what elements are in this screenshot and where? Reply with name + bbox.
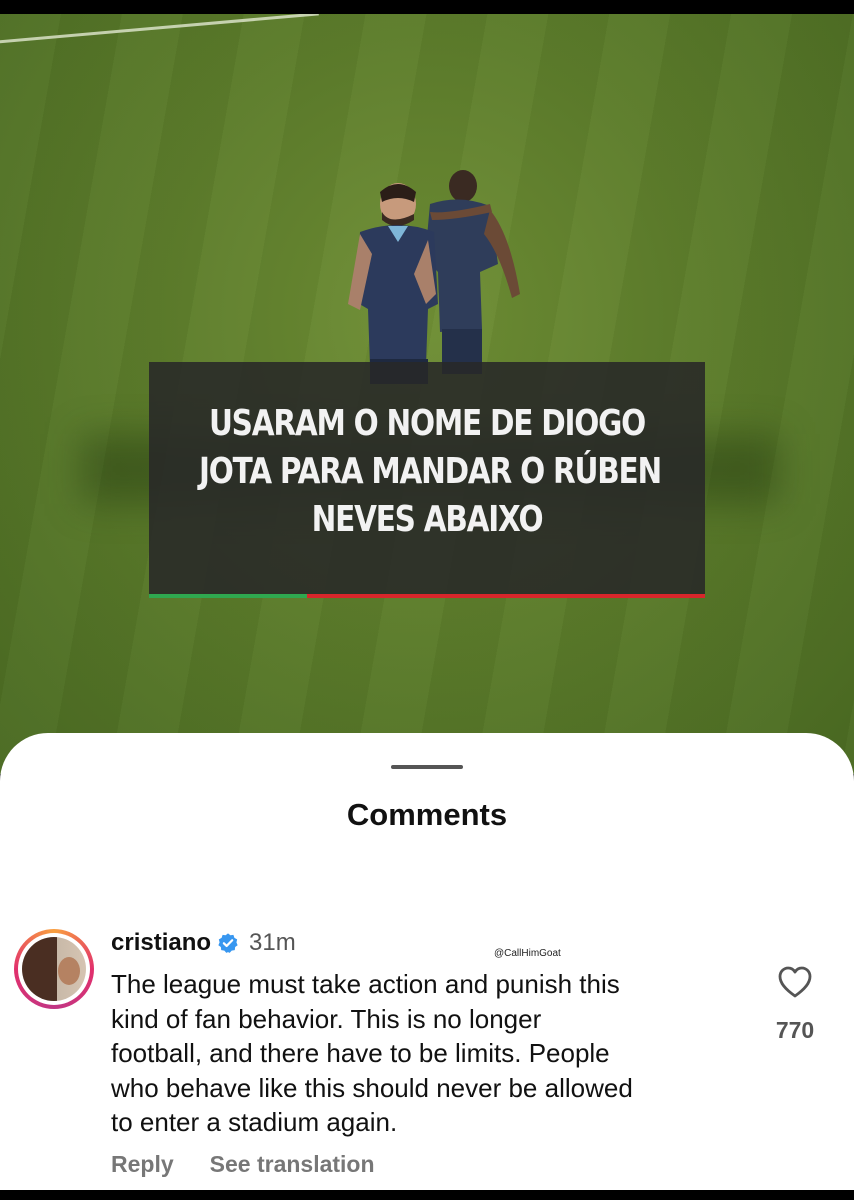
comment-body: The league must take action and punish t…	[111, 967, 751, 1140]
bottom-bar	[0, 1190, 854, 1200]
avatar[interactable]	[14, 929, 94, 1009]
accent-green	[149, 594, 307, 598]
video-player[interactable]: USARAM O NOME DE DIOGO JOTA PARA MANDAR …	[0, 14, 854, 774]
players-image	[348, 170, 520, 384]
comment-header: cristiano 31m	[111, 929, 296, 957]
comment-line: football, and there have to be limits. P…	[111, 1038, 610, 1068]
reply-button[interactable]: Reply	[111, 1151, 174, 1178]
video-caption: USARAM O NOME DE DIOGO JOTA PARA MANDAR …	[199, 400, 662, 544]
comment-line: to enter a stadium again.	[111, 1107, 398, 1137]
comments-sheet: Comments cristiano 31m @CallHimGoat The …	[0, 733, 854, 1200]
comment-username[interactable]: cristiano	[111, 929, 211, 957]
comment-line: kind of fan behavior. This is no longer	[111, 1003, 542, 1034]
comment-line: who behave like this should never be all…	[111, 1072, 633, 1103]
watermark-text: @CallHimGoat	[494, 948, 561, 959]
avatar-face	[58, 957, 80, 985]
avatar-image	[22, 937, 86, 1001]
screen: USARAM O NOME DE DIOGO JOTA PARA MANDAR …	[0, 0, 854, 1200]
caption-line: USARAM O NOME DE DIOGO	[208, 403, 646, 444]
like-count: 770	[775, 1017, 815, 1043]
see-translation-button[interactable]: See translation	[210, 1151, 375, 1178]
avatar-border	[18, 933, 90, 1005]
heart-icon[interactable]	[777, 965, 813, 999]
sheet-title: Comments	[346, 797, 508, 832]
sheet-grabber-handle[interactable]	[391, 765, 463, 769]
comment-line: The league must take action and punish t…	[111, 969, 620, 999]
video-caption-box: USARAM O NOME DE DIOGO JOTA PARA MANDAR …	[149, 362, 705, 598]
top-status-bar	[0, 0, 854, 14]
accent-red	[307, 594, 705, 598]
verified-badge-icon	[218, 933, 238, 953]
caption-line: JOTA PARA MANDAR O RÚBEN	[199, 451, 662, 492]
comment-actions: Reply See translation	[111, 1151, 375, 1178]
caption-line: NEVES ABAIXO	[311, 499, 544, 540]
caption-accent-bar	[149, 594, 705, 598]
comment-timestamp: 31m	[249, 929, 296, 956]
